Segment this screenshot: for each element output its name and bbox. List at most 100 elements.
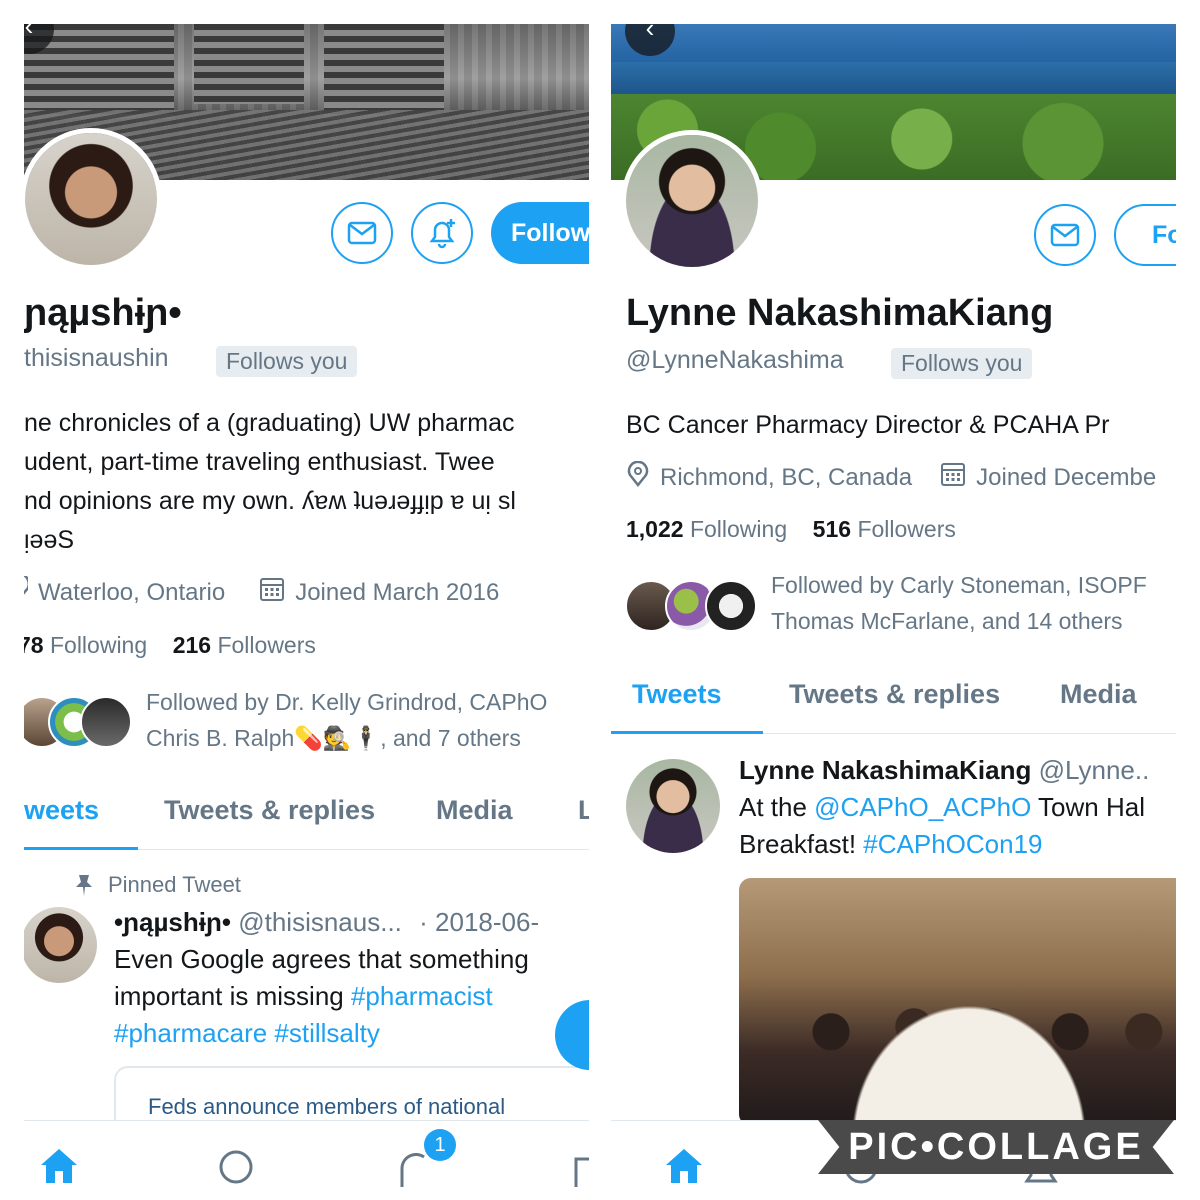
messages-icon[interactable] (572, 1147, 589, 1187)
followers-label: Followers (857, 516, 956, 542)
tweet-author-handle[interactable]: @Lynne.. (1039, 755, 1150, 785)
followed-by-text[interactable]: Chris B. Ralph💊🕵️🕴️, and 7 others (146, 720, 521, 756)
tab-media[interactable]: Media (1060, 664, 1137, 724)
follow-counts: 78 Following 216 Followers (24, 632, 316, 659)
bio-line: udent, part-time traveling enthusiast. T… (24, 448, 495, 476)
tweet-text-line: important is missing #pharmacist (114, 978, 493, 1015)
home-icon[interactable] (38, 1145, 80, 1185)
tweet-header: Lynne NakashimaKiang @Lynne.. (739, 752, 1149, 789)
tab-media[interactable]: Media (436, 780, 513, 840)
location-pin-icon (24, 573, 30, 609)
avatar[interactable] (24, 128, 162, 270)
following-label: Following (689, 516, 788, 542)
profile-name: Lynne NakashimaKiang (626, 292, 1054, 334)
profile-handle: thisisnaushin (24, 344, 169, 372)
followed-by-text[interactable]: Followed by Dr. Kelly Grindrod, CAPhO (146, 684, 547, 720)
follows-you-badge: Follows you (891, 348, 1033, 379)
followers-link[interactable]: 216 Followers (173, 632, 316, 658)
location-text: Waterloo, Ontario (38, 578, 226, 606)
following-link[interactable]: 1,022 Following (626, 516, 787, 542)
bell-plus-icon (429, 219, 455, 249)
hashtag-link[interactable]: #pharmacist (351, 981, 493, 1011)
avatar[interactable] (621, 130, 763, 272)
followed-by-text[interactable]: Followed by Carly Stoneman, ISOPF (771, 567, 1147, 603)
banner-building (324, 24, 444, 119)
bio-line: ne chronicles of a (graduating) UW pharm… (24, 409, 515, 437)
tweet-photo[interactable] (739, 878, 1176, 1126)
following-link[interactable]: 78 Following (24, 632, 147, 658)
tweet-author-handle[interactable]: @thisisnaus... (238, 907, 402, 937)
home-icon[interactable] (663, 1145, 705, 1185)
followers-label: Followers (217, 632, 316, 658)
pinned-tweet-label: Pinned Tweet (74, 872, 241, 898)
follow-button[interactable]: Follow (491, 202, 589, 264)
joined-text: Joined March 2016 (295, 578, 500, 606)
follow-counts: 1,022 Following 516 Followers (626, 516, 956, 543)
tweet-text: Breakfast! (739, 829, 864, 859)
profile-meta: Waterloo, Ontario Joined March 2016 (24, 573, 500, 609)
banner-building (194, 24, 304, 104)
calendar-icon (940, 461, 966, 494)
profile-tabs: Tweets Tweets & replies Media (611, 664, 1176, 734)
hashtag-link[interactable]: #pharmacare #stillsalty (114, 1018, 380, 1048)
follower-avatar (705, 580, 757, 632)
pic-collage-watermark: PIC•COLLAGE (818, 1120, 1174, 1174)
follow-button[interactable]: Fo (1114, 204, 1176, 266)
following-count: 78 (24, 632, 44, 658)
pin-icon (76, 875, 92, 896)
mail-icon (1050, 223, 1080, 247)
tweet-text-line: At the @CAPhO_ACPhO Town Hal (739, 789, 1145, 826)
followed-by-text[interactable]: Thomas McFarlane, and 14 others (771, 603, 1123, 639)
tab-tweets-replies[interactable]: Tweets & replies (164, 780, 375, 840)
followers-link[interactable]: 516 Followers (813, 516, 956, 542)
joined-text: Joined Decembe (976, 463, 1157, 491)
following-label: Following (49, 632, 148, 658)
hashtag-link[interactable]: #CAPhOCon19 (863, 829, 1042, 859)
tweet-author-name[interactable]: •ɲąµshɨɲ• (114, 907, 231, 937)
tweet-avatar[interactable] (623, 756, 723, 856)
tweet-author-name[interactable]: Lynne NakashimaKiang (739, 755, 1031, 785)
follower-avatar (80, 696, 132, 748)
tweet-text-line: Even Google agrees that something (114, 944, 529, 974)
tab-tweets[interactable]: Tweets (632, 664, 722, 724)
mail-icon (347, 221, 377, 245)
tweet-header: •ɲąµshɨɲ• @thisisnaus... · 2018-06- (114, 904, 539, 941)
tab-tweets[interactable]: weets (24, 780, 99, 840)
active-tab-indicator (24, 847, 138, 850)
bottom-tab-bar: 1 (24, 1120, 589, 1200)
tweet-avatar-image (24, 907, 97, 983)
card-title: Feds announce members of national (148, 1094, 506, 1119)
tab-tweets-replies[interactable]: Tweets & replies (789, 664, 1000, 724)
bio-line: BC Cancer Pharmacy Director & PCAHA Pr (626, 411, 1110, 439)
bio-line: ᴉǝǝS (24, 526, 75, 554)
profile-panel-right: ‹ Fo Lynne NakashimaKiang @LynneNakashim… (611, 24, 1176, 1200)
profile-handle: @LynneNakashima (626, 346, 844, 374)
search-icon[interactable] (216, 1147, 256, 1187)
tweet-text-line: Breakfast! #CAPhOCon19 (739, 826, 1043, 863)
bio-line: nd opinions are my own. ʎɐʍ ʇuǝɹǝɟɟᴉp ɐ … (24, 487, 516, 515)
compose-tweet-button[interactable] (555, 1000, 589, 1070)
avatar-image (25, 133, 157, 265)
notification-count-badge: 1 (424, 1129, 456, 1161)
tweet-avatar[interactable] (24, 904, 100, 986)
mention-link[interactable]: @CAPhO_ACPhO (814, 792, 1031, 822)
followers-count: 216 (172, 632, 212, 658)
profile-panel-left: ‹ Follow ɲąµshɨɲ• thisisnaushin Follows … (24, 24, 589, 1200)
tab-likes[interactable]: L (578, 780, 589, 840)
calendar-icon (259, 576, 285, 609)
profile-tabs: weets Tweets & replies Media L (24, 780, 589, 850)
tweet-text: important is missing (114, 981, 351, 1011)
tweet-date: · 2018-06- (419, 907, 540, 937)
follows-you-badge: Follows you (216, 346, 358, 377)
profile-meta: Richmond, BC, Canada Joined Decembe (626, 460, 1157, 494)
location-text: Richmond, BC, Canada (660, 463, 913, 491)
avatar-image (626, 135, 758, 267)
message-button[interactable] (331, 202, 393, 264)
message-button[interactable] (1034, 204, 1096, 266)
notifications-toggle-button[interactable] (411, 202, 473, 264)
followers-count: 516 (812, 516, 852, 542)
tweet-text: At the (739, 792, 815, 822)
tweet-text-line: #pharmacare #stillsalty (114, 1015, 380, 1052)
tweet-avatar-image (626, 759, 720, 853)
following-count: 1,022 (626, 516, 684, 542)
